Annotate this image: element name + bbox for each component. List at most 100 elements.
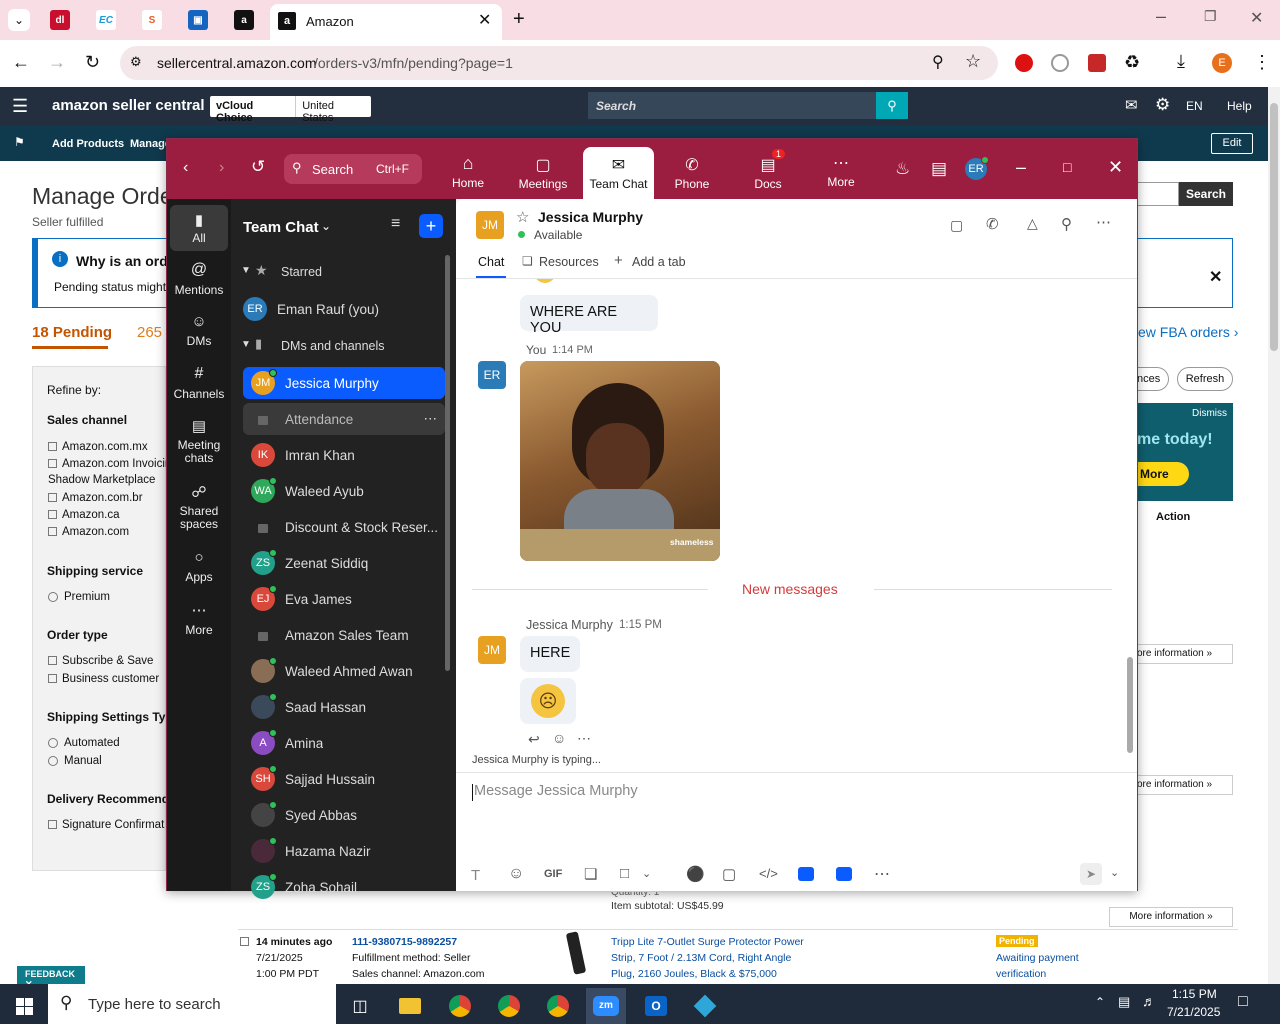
- order-id-link[interactable]: 111-9380715-9892257: [352, 936, 457, 948]
- notifications-bell-icon[interactable]: ♨: [895, 159, 910, 179]
- send-button[interactable]: ➤: [1080, 863, 1102, 885]
- dms-collapse-icon[interactable]: ▼: [241, 339, 251, 350]
- rail-all[interactable]: ▮ All: [170, 205, 228, 251]
- active-tab[interactable]: a Amazon ✕: [270, 4, 502, 40]
- conversation-scrollbar[interactable]: [1127, 657, 1133, 753]
- message-bubble[interactable]: WHERE ARE YOU: [520, 295, 658, 336]
- code-snippet-icon[interactable]: </>: [759, 866, 778, 881]
- site-info-icon[interactable]: ⚙: [130, 54, 142, 70]
- video-call-icon[interactable]: ▢: [950, 217, 963, 234]
- screenshot-icon[interactable]: □: [620, 865, 629, 882]
- chat-item-3[interactable]: WA Waleed Ayub: [243, 475, 445, 507]
- clock-date[interactable]: 7/21/2025: [1167, 1005, 1220, 1019]
- clips-icon[interactable]: [836, 867, 852, 881]
- taskbar-search[interactable]: ⚲ Type here to search: [48, 984, 336, 1024]
- more-info-button-2[interactable]: ore information »: [1137, 775, 1233, 795]
- rail-dms[interactable]: ☺ DMs: [167, 313, 231, 348]
- history-icon[interactable]: ↺: [251, 157, 265, 177]
- tab-chat[interactable]: Chat: [478, 255, 504, 269]
- chat-item-8[interactable]: Waleed Ahmed Awan: [243, 655, 445, 687]
- help-link[interactable]: Help: [1227, 99, 1252, 113]
- manual-option[interactable]: Manual: [48, 755, 102, 767]
- tab-favicon-4[interactable]: ▣: [188, 10, 208, 30]
- downloads-icon[interactable]: ⤓: [1177, 51, 1185, 72]
- new-chat-button[interactable]: +: [419, 214, 443, 238]
- order-type-option-1[interactable]: Business customer: [48, 673, 159, 685]
- extension-pdf-icon[interactable]: [1088, 54, 1106, 72]
- nav-manage[interactable]: Manage: [130, 138, 171, 150]
- reply-icon[interactable]: ↩: [528, 731, 540, 748]
- channel-options-icon[interactable]: ⋯: [424, 411, 438, 427]
- bookmark-icon[interactable]: ⚑: [14, 135, 25, 149]
- channel-option-3[interactable]: Amazon.com.br: [48, 492, 143, 504]
- bookmark-star-icon[interactable]: ☆: [965, 51, 981, 72]
- contact-name[interactable]: Jessica Murphy: [538, 209, 643, 225]
- minimize-window-icon[interactable]: –: [1156, 6, 1166, 27]
- banner-more-button[interactable]: More: [1137, 462, 1189, 486]
- notifications-icon[interactable]: □: [1238, 993, 1248, 1011]
- nav-docs[interactable]: ▤ Docs 1: [737, 147, 799, 199]
- signature-option[interactable]: Signature Confirmat: [48, 819, 164, 831]
- nav-more[interactable]: ⋯ More: [811, 147, 871, 199]
- filter-icon[interactable]: ≡: [391, 215, 400, 233]
- extension-shield-icon[interactable]: [1015, 54, 1033, 72]
- amazon-search-button[interactable]: ⚲: [876, 92, 908, 119]
- zoom-back-icon[interactable]: ‹: [183, 159, 188, 177]
- zoom-user-avatar[interactable]: ER: [965, 156, 989, 180]
- tab-pending[interactable]: 18 Pending: [32, 324, 112, 341]
- start-button[interactable]: [4, 988, 44, 1024]
- chat-item-5[interactable]: ZS Zeenat Siddiq: [243, 547, 445, 579]
- zoom-search-box[interactable]: ⚲ Search Ctrl+F: [284, 154, 422, 184]
- tab-list-dropdown-icon[interactable]: ⌄: [8, 9, 30, 31]
- order-type-option-0[interactable]: Subscribe & Save: [48, 655, 153, 667]
- zoom-taskbar-icon[interactable]: zm: [586, 988, 626, 1024]
- chat-list-dropdown-icon[interactable]: ⌄: [321, 219, 331, 233]
- nav-phone[interactable]: ✆ Phone: [661, 147, 723, 199]
- section-dms[interactable]: DMs and channels: [281, 339, 385, 353]
- close-window-icon[interactable]: ✕: [1250, 8, 1263, 28]
- tab-favicon-2[interactable]: EC: [96, 10, 116, 30]
- nav-team-chat[interactable]: ✉ Team Chat: [583, 147, 654, 199]
- app-diamond-icon[interactable]: [685, 988, 725, 1024]
- message-more-icon[interactable]: ⋯: [577, 730, 591, 747]
- fba-orders-link[interactable]: ew FBA orders ›: [1138, 324, 1238, 340]
- channel-option-4[interactable]: Amazon.ca: [48, 509, 120, 521]
- chrome-icon-3[interactable]: [538, 988, 578, 1024]
- contact-avatar[interactable]: JM: [476, 211, 504, 239]
- starred-collapse-icon[interactable]: ▼: [241, 265, 251, 276]
- network-icon[interactable]: ▤: [1118, 994, 1130, 1010]
- file-explorer-icon[interactable]: [390, 988, 430, 1024]
- channel-option-0[interactable]: Amazon.com.mx: [48, 441, 148, 453]
- chat-item-1[interactable]: Attendance ⋯: [243, 403, 445, 435]
- rail-meeting-chats[interactable]: ▤ Meeting chats: [167, 417, 231, 465]
- clock-time[interactable]: 1:15 PM: [1172, 987, 1217, 1001]
- outlook-icon[interactable]: O: [636, 988, 676, 1024]
- chat-item-9[interactable]: Saad Hassan: [243, 691, 445, 723]
- microphone-icon[interactable]: ⚫: [686, 865, 705, 883]
- nav-add-products[interactable]: Add Products: [52, 138, 124, 150]
- forward-icon[interactable]: →: [48, 52, 66, 73]
- gif-button[interactable]: GIF: [544, 868, 562, 880]
- order-search-input[interactable]: [1137, 182, 1179, 206]
- chat-item-4[interactable]: Discount & Stock Reser...: [243, 511, 445, 543]
- rail-channels[interactable]: # Channels: [167, 365, 231, 401]
- profile-avatar[interactable]: E: [1212, 53, 1232, 73]
- emoji-message[interactable]: ☹: [520, 678, 576, 724]
- rail-mentions[interactable]: @ Mentions: [167, 261, 231, 297]
- tab-favicon-3[interactable]: S: [142, 10, 162, 30]
- nav-meetings[interactable]: ▢ Meetings: [507, 147, 579, 199]
- video-message-icon[interactable]: ▢: [722, 865, 736, 883]
- screenshot-dropdown-icon[interactable]: ⌄: [642, 867, 651, 880]
- message-composer-input[interactable]: Message Jessica Murphy: [472, 781, 1122, 861]
- more-info-button-1[interactable]: ore information »: [1137, 644, 1233, 664]
- banner-dismiss[interactable]: Dismiss: [1192, 408, 1227, 419]
- calendar-icon[interactable]: ▤: [931, 159, 947, 179]
- chat-item-10[interactable]: A Amina: [243, 727, 445, 759]
- message-bubble[interactable]: HERE: [520, 636, 580, 672]
- task-view-icon[interactable]: ◫: [340, 988, 380, 1024]
- hamburger-menu-icon[interactable]: ☰: [12, 96, 28, 117]
- rail-shared-spaces[interactable]: ☍ Shared spaces: [167, 483, 231, 531]
- tray-chevron-icon[interactable]: ⌃: [1095, 995, 1105, 1009]
- chat-item-0[interactable]: JM Jessica Murphy: [243, 367, 445, 399]
- zoom-maximize-icon[interactable]: □: [1063, 159, 1071, 175]
